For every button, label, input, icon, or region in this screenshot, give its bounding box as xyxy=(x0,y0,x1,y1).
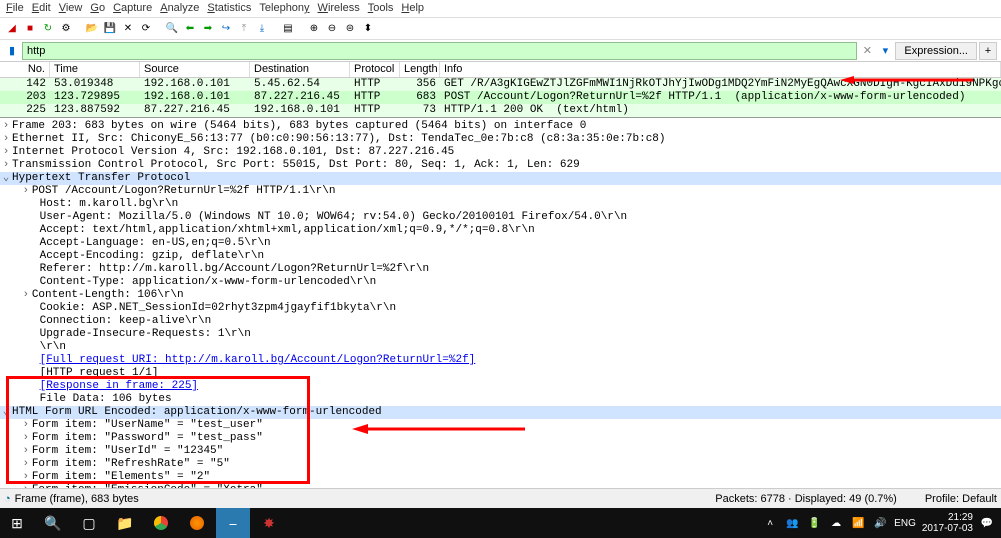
toolbar-last-icon[interactable]: ⤓ xyxy=(254,21,270,37)
col-proto-header[interactable]: Protocol xyxy=(350,62,400,77)
packet-row[interactable]: 225 123.887592 87.227.216.45 192.168.0.1… xyxy=(0,104,1001,117)
col-length-header[interactable]: Length xyxy=(400,62,440,77)
apply-filter-icon[interactable]: ▾ xyxy=(877,43,893,59)
tray-language[interactable]: ENG xyxy=(894,518,916,529)
expand-icon[interactable]: › xyxy=(20,289,32,302)
menu-telephony[interactable]: Telephony xyxy=(259,2,309,15)
bookmark-icon[interactable]: ▮ xyxy=(4,43,20,59)
firefox-icon[interactable] xyxy=(180,508,214,538)
packet-details[interactable]: ›Frame 203: 683 bytes on wire (5464 bits… xyxy=(0,117,1001,505)
clear-filter-icon[interactable]: ✕ xyxy=(859,43,875,59)
menu-statistics[interactable]: Statistics xyxy=(207,2,251,15)
main-toolbar: ◢ ■ ↻ ⚙ 📂 💾 ✕ ⟳ 🔍 ⬅ ➡ ↪ ⤒ ⤓ ▤ ⊕ ⊖ ⊜ ⬍ xyxy=(0,18,1001,40)
collapse-icon[interactable]: ⌄ xyxy=(0,406,12,419)
menu-analyze[interactable]: Analyze xyxy=(160,2,199,15)
status-frame: Frame (frame), 683 bytes xyxy=(15,493,139,505)
packet-list-header: No. Time Source Destination Protocol Len… xyxy=(0,62,1001,78)
toolbar-goto-icon[interactable]: ↪ xyxy=(218,21,234,37)
expand-icon[interactable]: › xyxy=(0,133,12,146)
toolbar-options-icon[interactable]: ⚙ xyxy=(58,21,74,37)
collapse-icon[interactable]: ⌄ xyxy=(0,172,12,185)
search-icon[interactable]: 🔍 xyxy=(36,508,70,538)
form-header: HTML Form URL Encoded: application/x-www… xyxy=(12,406,382,418)
menu-wireless[interactable]: Wireless xyxy=(318,2,360,15)
status-bar: ◔ Frame (frame), 683 bytes Packets: 6778… xyxy=(0,488,1001,508)
col-time-header[interactable]: Time xyxy=(50,62,140,77)
toolbar-zoomin-icon[interactable]: ⊕ xyxy=(306,21,322,37)
packet-row[interactable]: 142 53.019348 192.168.0.101 5.45.62.54 H… xyxy=(0,78,1001,91)
toolbar-stop-icon[interactable]: ■ xyxy=(22,21,38,37)
tray-notifications-icon[interactable]: 💬 xyxy=(979,515,995,531)
expand-icon[interactable]: › xyxy=(0,146,12,159)
col-source-header[interactable]: Source xyxy=(140,62,250,77)
toolbar-find-icon[interactable]: 🔍 xyxy=(164,21,180,37)
toolbar-open-icon[interactable]: 📂 xyxy=(84,21,100,37)
tray-up-icon[interactable]: ˄ xyxy=(762,515,778,531)
expand-icon[interactable]: › xyxy=(20,445,32,458)
menu-view[interactable]: View xyxy=(59,2,83,15)
toolbar-save-icon[interactable]: 💾 xyxy=(102,21,118,37)
start-button[interactable]: ⊞ xyxy=(0,508,34,538)
add-filter-button[interactable]: + xyxy=(979,42,997,60)
toolbar-next-icon[interactable]: ➡ xyxy=(200,21,216,37)
status-profile[interactable]: Profile: Default xyxy=(925,493,997,505)
toolbar-resize-icon[interactable]: ⬍ xyxy=(360,21,376,37)
toolbar-zoomout-icon[interactable]: ⊖ xyxy=(324,21,340,37)
response-frame-link[interactable]: [Response in frame: 225] xyxy=(40,380,198,392)
taskview-icon[interactable]: ▢ xyxy=(72,508,106,538)
menu-tools[interactable]: Tools xyxy=(368,2,394,15)
toolbar-prev-icon[interactable]: ⬅ xyxy=(182,21,198,37)
expression-button[interactable]: Expression... xyxy=(895,42,977,60)
expand-icon[interactable]: › xyxy=(20,471,32,484)
packet-list[interactable]: 142 53.019348 192.168.0.101 5.45.62.54 H… xyxy=(0,78,1001,117)
http-header: Hypertext Transfer Protocol xyxy=(12,172,190,184)
status-packets: Packets: 6778 · Displayed: 49 (0.7%) xyxy=(715,493,897,505)
toolbar-autoscroll-icon[interactable]: ▤ xyxy=(280,21,296,37)
help-icon[interactable]: ◔ xyxy=(4,493,11,505)
tray-clock[interactable]: 21:29 2017-07-03 xyxy=(922,512,973,534)
expand-icon[interactable]: › xyxy=(20,419,32,432)
menu-go[interactable]: Go xyxy=(90,2,105,15)
display-filter-input[interactable] xyxy=(22,42,857,60)
col-info-header[interactable]: Info xyxy=(440,62,1001,77)
toolbar-reload-icon[interactable]: ⟳ xyxy=(138,21,154,37)
packet-row-selected[interactable]: 203 123.729895 192.168.0.101 87.227.216.… xyxy=(0,91,1001,104)
menu-bar: File Edit View Go Capture Analyze Statis… xyxy=(0,0,1001,18)
explorer-icon[interactable]: 📁 xyxy=(108,508,142,538)
toolbar-close-icon[interactable]: ✕ xyxy=(120,21,136,37)
expand-icon[interactable]: › xyxy=(0,159,12,172)
tray-people-icon[interactable]: 👥 xyxy=(784,515,800,531)
expand-icon[interactable]: › xyxy=(20,185,32,198)
wireshark-icon[interactable]: ⎯ xyxy=(216,508,250,538)
toolbar-restart-icon[interactable]: ↻ xyxy=(40,21,56,37)
chrome-icon[interactable] xyxy=(144,508,178,538)
menu-edit[interactable]: Edit xyxy=(32,2,51,15)
tray-onedrive-icon[interactable]: ☁ xyxy=(828,515,844,531)
tray-volume-icon[interactable]: 🔊 xyxy=(872,515,888,531)
menu-help[interactable]: Help xyxy=(401,2,424,15)
expand-icon[interactable]: › xyxy=(0,120,12,133)
windows-taskbar: ⊞ 🔍 ▢ 📁 ⎯ ✸ ˄ 👥 🔋 ☁ 📶 🔊 ENG 21:29 2017-0… xyxy=(0,508,1001,538)
menu-file[interactable]: File xyxy=(6,2,24,15)
filter-bar: ▮ ✕ ▾ Expression... + xyxy=(0,40,1001,62)
expand-icon[interactable]: › xyxy=(20,432,32,445)
full-uri-link[interactable]: [Full request URI: http://m.karoll.bg/Ac… xyxy=(40,354,476,366)
toolbar-start-icon[interactable]: ◢ xyxy=(4,21,20,37)
toolbar-first-icon[interactable]: ⤒ xyxy=(236,21,252,37)
tray-wifi-icon[interactable]: 📶 xyxy=(850,515,866,531)
col-dest-header[interactable]: Destination xyxy=(250,62,350,77)
app-icon[interactable]: ✸ xyxy=(252,508,286,538)
col-no-header[interactable]: No. xyxy=(0,62,50,77)
menu-capture[interactable]: Capture xyxy=(113,2,152,15)
expand-icon[interactable]: › xyxy=(20,458,32,471)
toolbar-zoom100-icon[interactable]: ⊜ xyxy=(342,21,358,37)
tray-battery-icon[interactable]: 🔋 xyxy=(806,515,822,531)
